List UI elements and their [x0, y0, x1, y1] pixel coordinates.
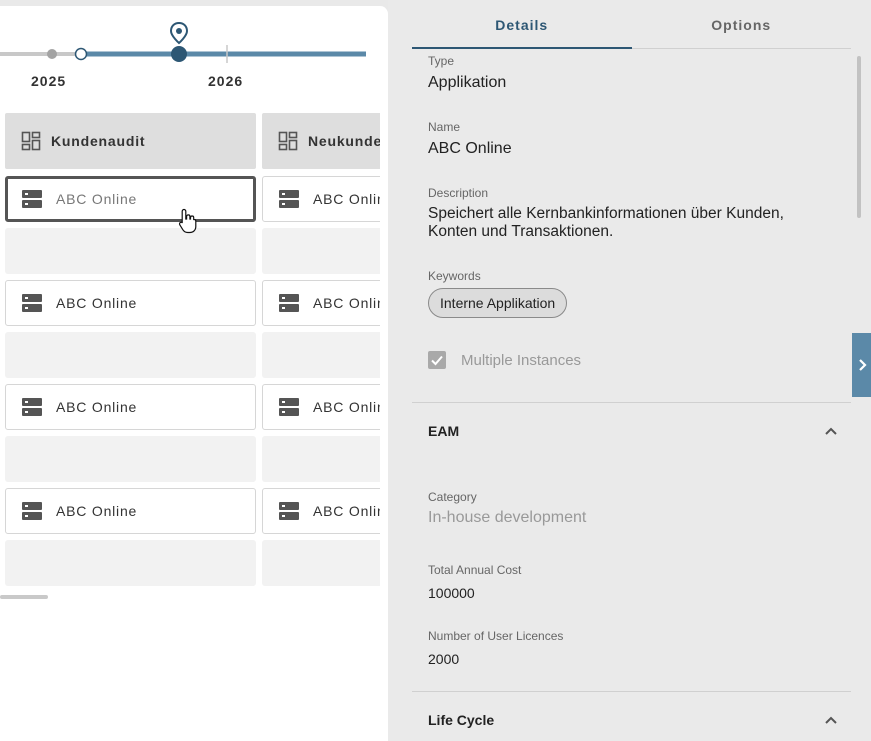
application-card[interactable]: ABC Online — [5, 280, 256, 326]
description-value: Speichert alle Kernbankinformationen übe… — [428, 205, 784, 240]
section-divider — [412, 691, 851, 692]
vertical-scrollbar[interactable] — [857, 56, 861, 218]
check-icon — [431, 355, 443, 366]
total-cost-label: Total Annual Cost — [428, 563, 522, 577]
server-icon — [22, 398, 42, 416]
timeline: 2025 2026 — [0, 6, 388, 106]
lifecycle-section-header[interactable]: Life Cycle — [428, 712, 838, 728]
name-label: Name — [428, 120, 461, 134]
empty-cell[interactable] — [5, 228, 256, 274]
category-label: Category — [428, 490, 477, 504]
empty-cell[interactable] — [262, 228, 380, 274]
year-label-left: 2025 — [31, 73, 67, 89]
panel-toggle-button[interactable] — [852, 333, 871, 397]
empty-cell[interactable] — [262, 540, 380, 586]
type-value: Applikation — [428, 74, 507, 91]
multiple-instances-label: Multiple Instances — [461, 351, 582, 369]
server-icon — [22, 190, 42, 208]
chevron-up-icon[interactable] — [824, 426, 838, 436]
horizontal-scrollbar[interactable] — [0, 595, 48, 599]
tab-details[interactable]: Details — [412, 0, 632, 49]
empty-cell[interactable] — [5, 436, 256, 482]
application-card[interactable]: ABC Onlin — [262, 488, 380, 534]
keyword-chip[interactable]: Interne Applikation — [428, 288, 568, 318]
application-card[interactable]: ABC Onlin — [262, 176, 380, 222]
roadmap-panel: 2025 2026 Kundenaudit ABC Online ABC Onlin… — [0, 6, 388, 741]
application-card-label: ABC Online — [56, 503, 138, 519]
licences-label: Number of User Licences — [428, 629, 564, 643]
total-cost-value: 100000 — [428, 585, 475, 601]
application-card-label: ABC Online — [56, 399, 138, 415]
location-pin-icon — [169, 21, 189, 45]
application-card-label: ABC Online — [56, 191, 138, 207]
application-card-label: ABC Online — [56, 295, 138, 311]
server-icon — [22, 502, 42, 520]
tab-options[interactable]: Options — [632, 0, 852, 48]
application-card[interactable]: ABC Online — [5, 384, 256, 430]
server-icon — [279, 502, 299, 520]
application-card-label: ABC Onlin — [313, 191, 380, 207]
timeline-slider[interactable] — [0, 6, 388, 106]
dashboard-icon — [278, 131, 298, 151]
section-divider — [412, 402, 851, 403]
empty-cell[interactable] — [5, 540, 256, 586]
keywords-label: Keywords — [428, 269, 481, 283]
server-icon — [279, 398, 299, 416]
server-icon — [22, 294, 42, 312]
multiple-instances-checkbox[interactable] — [428, 351, 446, 369]
type-label: Type — [428, 54, 455, 68]
server-icon — [279, 190, 299, 208]
category-value: In-house development — [428, 509, 587, 526]
application-card-label: ABC Onlin — [313, 295, 380, 311]
range-start-handle[interactable] — [74, 47, 88, 61]
hand-cursor-icon — [178, 208, 197, 234]
past-marker — [47, 49, 57, 59]
column-header[interactable]: Kundenaudit — [5, 113, 256, 169]
empty-cell[interactable] — [262, 436, 380, 482]
eam-section-title: EAM — [428, 423, 460, 439]
application-card-label: ABC Onlin — [313, 399, 380, 415]
column-title: Neukunde — [308, 133, 380, 149]
name-value: ABC Online — [428, 140, 512, 157]
dashboard-icon — [21, 131, 41, 151]
lifecycle-section-title: Life Cycle — [428, 712, 495, 728]
description-label: Description — [428, 186, 489, 200]
application-card[interactable]: ABC Online — [5, 488, 256, 534]
chevron-up-icon[interactable] — [824, 715, 838, 725]
year-label-right: 2026 — [208, 73, 244, 89]
board-column: Kundenaudit ABC Online ABC Online ABC Onlin… — [5, 113, 256, 586]
board-column: Neukunde ABC Onlin ABC Onlin ABC Onlin ABC O… — [262, 113, 380, 586]
tab-bar: Details Options — [412, 0, 851, 49]
empty-cell[interactable] — [5, 332, 256, 378]
empty-cell[interactable] — [262, 332, 380, 378]
details-panel: Details Options Type Applikation Name AB… — [388, 0, 871, 741]
application-card-label: ABC Onlin — [313, 503, 380, 519]
application-card[interactable]: ABC Onlin — [262, 280, 380, 326]
capability-board: Kundenaudit ABC Online ABC Online ABC Onlin… — [5, 113, 380, 593]
column-header[interactable]: Neukunde — [262, 113, 380, 169]
eam-section-header[interactable]: EAM — [428, 423, 838, 439]
column-title: Kundenaudit — [51, 133, 146, 149]
multiple-instances-row: Multiple Instances — [428, 351, 581, 369]
chevron-right-icon — [858, 359, 867, 371]
licences-value: 2000 — [428, 651, 460, 667]
application-card[interactable]: ABC Onlin — [262, 384, 380, 430]
application-card[interactable]: ABC Online — [5, 176, 256, 222]
current-date-handle[interactable] — [171, 46, 187, 62]
server-icon — [279, 294, 299, 312]
